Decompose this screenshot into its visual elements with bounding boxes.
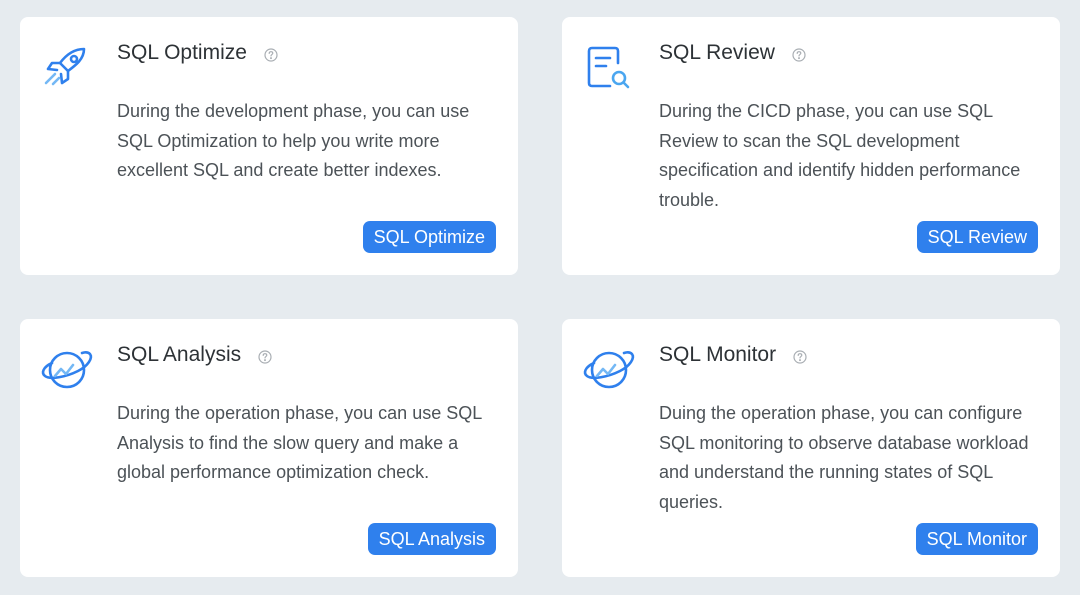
card-title: SQL Analysis: [117, 343, 272, 367]
card-sql-review: SQL Review During the CICD phase, you ca…: [562, 17, 1060, 275]
planet-chart-icon: [40, 343, 94, 397]
card-title: SQL Monitor: [659, 343, 807, 367]
card-title-text: SQL Analysis: [117, 343, 242, 366]
help-circle-icon[interactable]: [792, 47, 806, 62]
document-search-icon: [582, 41, 636, 95]
rocket-icon: [40, 41, 94, 95]
sql-optimize-button[interactable]: SQL Optimize: [362, 221, 496, 253]
sql-review-button[interactable]: SQL Review: [916, 221, 1038, 253]
card-sql-monitor: SQL Monitor Duing the operation phase, y…: [562, 319, 1060, 577]
sql-analysis-button[interactable]: SQL Analysis: [367, 523, 496, 555]
card-description: During the operation phase, you can use …: [117, 403, 482, 483]
planet-chart-icon: [582, 343, 636, 397]
card-description: Duing the operation phase, you can confi…: [659, 403, 1029, 513]
card-title-text: SQL Review: [659, 41, 775, 64]
help-circle-icon[interactable]: [793, 349, 807, 364]
help-circle-icon[interactable]: [264, 47, 278, 62]
card-title: SQL Optimize: [117, 41, 278, 65]
card-description: During the development phase, you can us…: [117, 101, 470, 181]
card-title-text: SQL Optimize: [117, 41, 247, 64]
sql-monitor-button[interactable]: SQL Monitor: [915, 523, 1038, 555]
help-circle-icon[interactable]: [258, 349, 272, 364]
card-sql-analysis: SQL Analysis During the operation phase,…: [20, 319, 518, 577]
card-title: SQL Review: [659, 41, 806, 65]
card-description: During the CICD phase, you can use SQL R…: [659, 101, 1021, 211]
card-title-text: SQL Monitor: [659, 343, 777, 366]
card-sql-optimize: SQL Optimize During the development phas…: [20, 17, 518, 275]
